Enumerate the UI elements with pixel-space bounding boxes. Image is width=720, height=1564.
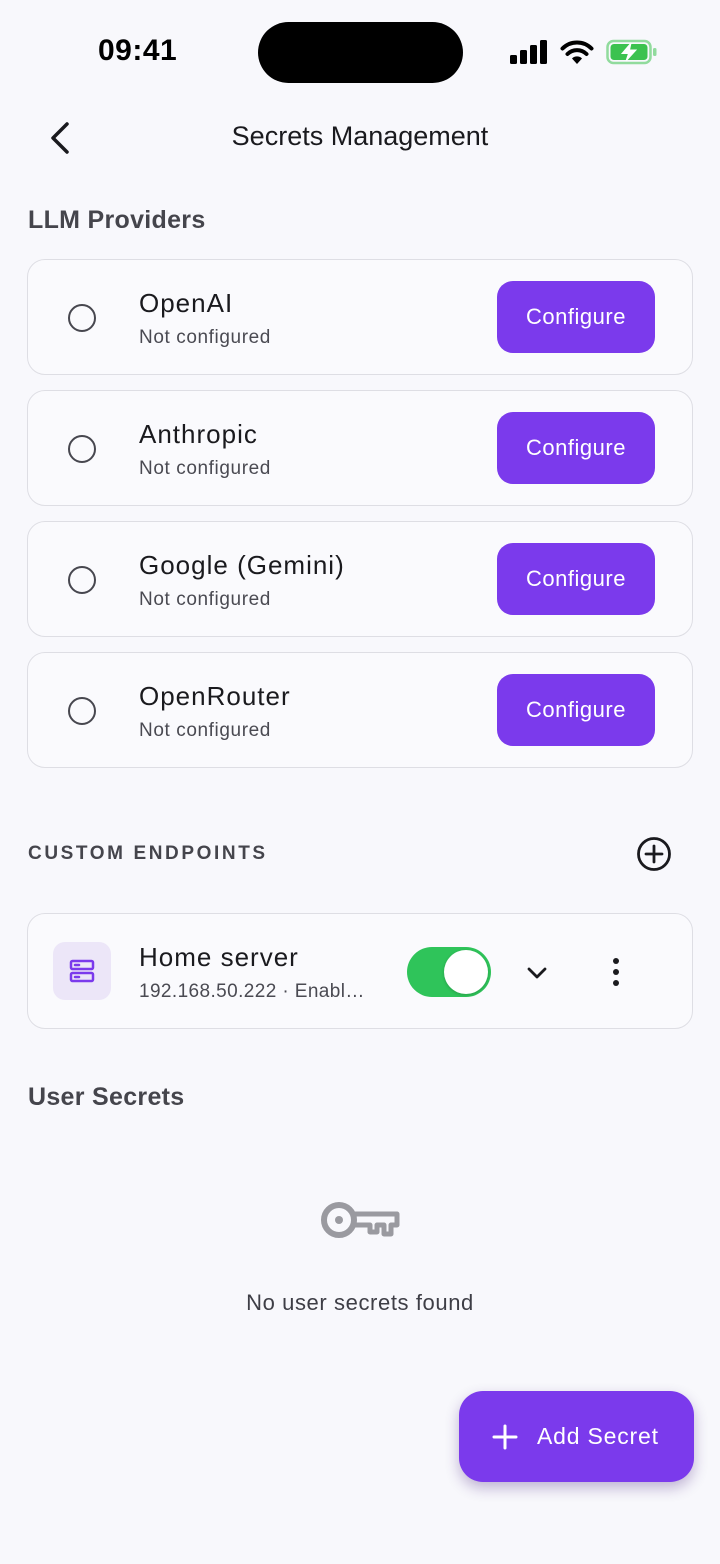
battery-charging-icon [606, 39, 657, 65]
provider-name: OpenAI [139, 288, 234, 318]
configure-anthropic-button[interactable]: Configure [497, 412, 655, 484]
provider-card-google: Google (Gemini) Not configured Configure [27, 521, 693, 637]
configure-openai-button[interactable]: Configure [497, 281, 655, 353]
key-icon [321, 1202, 400, 1238]
provider-radio-anthropic[interactable] [68, 435, 96, 463]
endpoint-enabled-toggle[interactable] [407, 947, 491, 997]
configure-google-button[interactable]: Configure [497, 543, 655, 615]
configure-openrouter-button[interactable]: Configure [497, 674, 655, 746]
signal-icon [510, 40, 547, 64]
provider-radio-openrouter[interactable] [68, 697, 96, 725]
endpoint-name: Home server [139, 942, 299, 972]
plus-circle-icon [637, 837, 671, 871]
provider-status: Not configured [139, 327, 271, 348]
endpoint-subtitle: 192.168.50.222 · Enabl… [139, 981, 365, 1002]
status-time: 09:41 [98, 34, 178, 67]
provider-card-openai: OpenAI Not configured Configure [27, 259, 693, 375]
provider-status: Not configured [139, 720, 271, 741]
status-icons [510, 36, 658, 68]
secrets-management-screen: 09:41 Secrets Management LLM Providers O… [0, 0, 720, 1564]
add-secret-label: Add Secret [537, 1423, 659, 1449]
page-title: Secrets Management [231, 121, 489, 151]
custom-endpoints-heading: CUSTOM ENDPOINTS [28, 843, 268, 864]
llm-providers-heading: LLM Providers [28, 206, 206, 234]
dynamic-island [258, 22, 463, 83]
provider-name: Google (Gemini) [139, 550, 345, 580]
provider-card-openrouter: OpenRouter Not configured Configure [27, 652, 693, 768]
add-secret-button[interactable]: Add Secret [459, 1391, 694, 1482]
empty-state-text: No user secrets found [246, 1290, 474, 1315]
provider-radio-google[interactable] [68, 566, 96, 594]
more-vertical-icon [613, 958, 619, 986]
endpoint-more-button[interactable] [602, 956, 630, 988]
provider-radio-openai[interactable] [68, 304, 96, 332]
server-icon [69, 959, 95, 983]
provider-status: Not configured [139, 589, 271, 610]
provider-card-anthropic: Anthropic Not configured Configure [27, 390, 693, 506]
chevron-down-icon [527, 967, 547, 979]
endpoint-card-home-server: Home server 192.168.50.222 · Enabl… [27, 913, 693, 1029]
toggle-knob [444, 950, 488, 994]
expand-endpoint-button[interactable] [522, 958, 552, 988]
add-endpoint-button[interactable] [636, 836, 672, 872]
provider-name: OpenRouter [139, 681, 291, 711]
provider-name: Anthropic [139, 419, 258, 449]
user-secrets-heading: User Secrets [28, 1083, 185, 1111]
plus-icon [492, 1424, 518, 1449]
server-icon-container [53, 942, 111, 1000]
wifi-icon [560, 40, 594, 64]
provider-status: Not configured [139, 458, 271, 479]
